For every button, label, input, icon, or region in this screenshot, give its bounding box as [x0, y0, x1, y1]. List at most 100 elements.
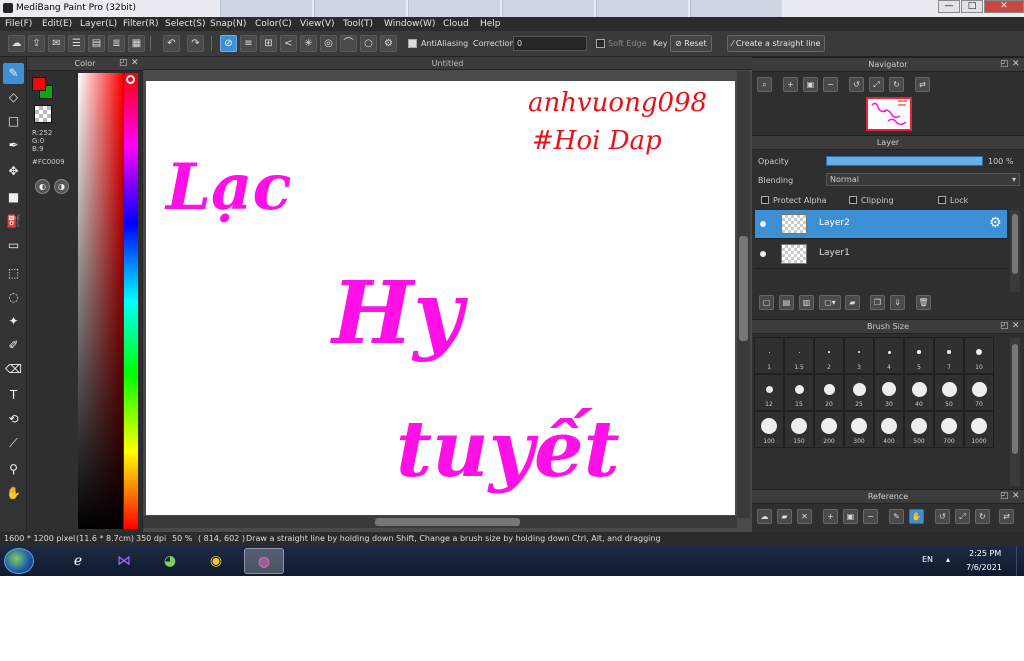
layer-scroll-thumb[interactable] — [1012, 214, 1018, 274]
hue-cursor[interactable] — [126, 75, 135, 84]
select-pen-tool-icon[interactable]: ✐ — [3, 335, 24, 356]
comment-icon[interactable]: ✉ — [48, 35, 65, 52]
tray-arrow-icon[interactable]: ▴ — [946, 555, 950, 564]
clock-date[interactable]: 7/6/2021 — [966, 563, 1002, 572]
gradient-tool-icon[interactable]: ▭ — [3, 235, 24, 256]
brush-size-option[interactable]: 4 — [874, 337, 904, 374]
panel-close-icon[interactable]: ✕ — [131, 58, 139, 68]
duplicate-layer-icon[interactable]: ❐ — [870, 295, 885, 310]
brush-tool-icon[interactable]: ✎ — [3, 63, 24, 84]
brush-size-option[interactable]: 1 — [754, 337, 784, 374]
menu-cloud[interactable]: Cloud — [443, 19, 469, 29]
brush-size-option[interactable]: 3 — [844, 337, 874, 374]
cloud-upload-icon[interactable]: ☁ — [757, 509, 772, 524]
lock-checkbox[interactable] — [938, 196, 946, 204]
clock-time[interactable]: 2:25 PM — [969, 549, 1001, 558]
document-tab[interactable]: Untitled — [143, 57, 752, 70]
hand-tool-icon[interactable]: ✋ — [3, 483, 24, 504]
undock-icon[interactable]: ◰ — [119, 58, 128, 68]
menu-view[interactable]: View(V) — [300, 19, 335, 29]
fit-view-icon[interactable]: ▣ — [843, 509, 858, 524]
background-browser-tab[interactable] — [314, 0, 406, 17]
layer-settings-gear-icon[interactable]: ⚙ — [989, 215, 1002, 231]
antialiasing-checkbox[interactable] — [408, 39, 417, 48]
brush-size-option[interactable]: 7 — [934, 337, 964, 374]
merge-layer-icon[interactable]: ⇓ — [890, 295, 905, 310]
brush-size-option[interactable]: 2 — [814, 337, 844, 374]
start-button[interactable] — [4, 548, 34, 574]
visual-studio-icon[interactable]: ⋈ — [104, 548, 144, 574]
fit-icon[interactable]: ⤢ — [869, 77, 884, 92]
background-browser-tab[interactable] — [408, 0, 500, 17]
transparent-color-swatch[interactable] — [34, 105, 52, 123]
menu-tool[interactable]: Tool(T) — [343, 19, 373, 29]
brush-size-option[interactable]: 300 — [844, 411, 874, 448]
move-tool-icon[interactable]: ✥ — [3, 161, 24, 182]
brush-size-option[interactable]: 15 — [784, 374, 814, 411]
brush-size-option[interactable]: 150 — [784, 411, 814, 448]
brush-scroll-thumb[interactable] — [1012, 344, 1018, 454]
menu-edit[interactable]: Edit(E) — [42, 19, 72, 29]
vertical-scrollbar[interactable] — [737, 71, 750, 518]
background-browser-tab[interactable] — [690, 0, 782, 17]
brush-size-option[interactable]: 5 — [904, 337, 934, 374]
opacity-slider[interactable] — [826, 156, 983, 166]
visibility-icon[interactable] — [760, 221, 766, 227]
fit-icon[interactable]: ⤢ — [955, 509, 970, 524]
close-button[interactable]: ✕ — [984, 0, 1024, 13]
menu-layer[interactable]: Layer(L) — [80, 19, 117, 29]
rotate-right-icon[interactable]: ↻ — [975, 509, 990, 524]
protect-alpha-checkbox[interactable] — [761, 196, 769, 204]
color-wheel-icon[interactable]: ◐ — [35, 179, 50, 194]
maximize-button[interactable]: □ — [961, 0, 983, 13]
share-icon[interactable]: ⇪ — [28, 35, 45, 52]
chat-icon[interactable]: ☰ — [68, 35, 85, 52]
menu-help[interactable]: Help — [480, 19, 501, 29]
undo-icon[interactable]: ↶ — [163, 35, 180, 52]
new-8bit-layer-icon[interactable]: ▥ — [799, 295, 814, 310]
eyedropper-icon[interactable]: ✎ — [889, 509, 904, 524]
vanishing-point-snap-icon[interactable]: < — [280, 35, 297, 52]
add-layer-menu-icon[interactable]: ▢▾ — [819, 295, 841, 310]
brush-size-option[interactable]: 10 — [964, 337, 994, 374]
radial-snap-icon[interactable]: ✳ — [300, 35, 317, 52]
zoom-out-icon[interactable]: − — [863, 509, 878, 524]
brush-size-option[interactable]: 12 — [754, 374, 784, 411]
coccoc-browser-icon[interactable]: ◕ — [150, 548, 190, 574]
brush-size-option[interactable]: 700 — [934, 411, 964, 448]
redo-icon[interactable]: ↷ — [187, 35, 204, 52]
rotate-left-icon[interactable]: ↺ — [849, 77, 864, 92]
menu-select[interactable]: Select(S) — [165, 19, 206, 29]
menu-window[interactable]: Window(W) — [384, 19, 435, 29]
menu-file[interactable]: File(F) — [5, 19, 32, 29]
brush-size-option[interactable]: 70 — [964, 374, 994, 411]
minimize-button[interactable]: — — [938, 0, 960, 13]
hue-slider[interactable] — [124, 73, 138, 529]
foreground-color-swatch[interactable] — [32, 77, 46, 91]
undock-icon[interactable]: ◰ — [1000, 491, 1009, 501]
layer-row-layer1[interactable]: Layer1 — [755, 240, 1007, 269]
pen-tool-icon[interactable]: ✒ — [3, 135, 24, 156]
operation-tool-icon[interactable]: ⟲ — [3, 409, 24, 430]
create-straight-line-button[interactable]: ⁄ Create a straight line — [727, 35, 826, 52]
rotate-left-icon[interactable]: ↺ — [935, 509, 950, 524]
divide-tool-icon[interactable]: ⟋ — [3, 433, 24, 454]
fill-rect-tool-icon[interactable]: ■ — [3, 187, 24, 208]
brush-size-option[interactable]: 200 — [814, 411, 844, 448]
reset-button[interactable]: ⊘ Reset — [670, 35, 712, 52]
menu-color[interactable]: Color(C) — [255, 19, 292, 29]
drawing-canvas[interactable]: anhvuong098 #Hoi Dap Lạc Hy tuyết — [146, 81, 735, 515]
magic-wand-tool-icon[interactable]: ✦ — [3, 311, 24, 332]
flip-icon[interactable]: ⇄ — [915, 77, 930, 92]
brush-size-option[interactable]: 50 — [934, 374, 964, 411]
brush-size-option[interactable]: 20 — [814, 374, 844, 411]
flip-icon[interactable]: ⇄ — [999, 509, 1014, 524]
background-browser-tab[interactable] — [596, 0, 688, 17]
text-tool-icon[interactable]: T — [3, 385, 24, 406]
brush-size-option[interactable]: 25 — [844, 374, 874, 411]
zoom-icon[interactable]: ⌕ — [757, 77, 772, 92]
horizontal-scrollbar[interactable] — [143, 516, 737, 528]
grid-icon[interactable]: ▦ — [128, 35, 145, 52]
brush-size-option[interactable]: 400 — [874, 411, 904, 448]
visibility-icon[interactable] — [760, 251, 766, 257]
